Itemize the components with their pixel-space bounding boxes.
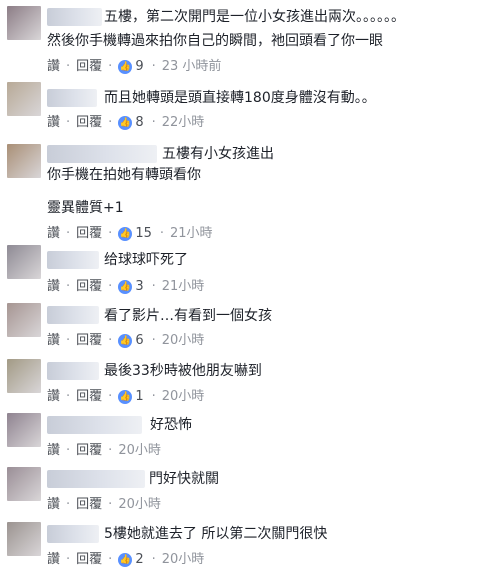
thumbs-up-icon: 👍 <box>118 552 133 567</box>
comment-text: 靈異體質+1 <box>47 200 124 216</box>
comment-text: 最後33秒時被他朋友嚇到 <box>104 363 262 379</box>
like-button[interactable]: 讚 <box>47 551 60 568</box>
avatar[interactable] <box>7 413 41 447</box>
avatar[interactable] <box>7 359 41 393</box>
comment-actions: 讚 · 回覆 · 👍 3 · 21小時 <box>47 278 205 295</box>
comment-actions: 讚 · 回覆 · 👍 9 · 23 小時前 <box>47 58 222 75</box>
comment-actions: 讚 · 回覆 · 👍 1 · 20小時 <box>47 388 205 405</box>
comment-text: 好恐怖 <box>150 417 192 433</box>
timestamp[interactable]: 21小時 <box>162 278 205 295</box>
like-button[interactable]: 讚 <box>47 442 60 459</box>
comment-text: 五樓，第二次開門是一位小女孩進出兩次。。。。。。 <box>104 9 405 25</box>
timestamp[interactable]: 20小時 <box>118 442 161 459</box>
comment-actions: 讚 · 回覆 · 👍 8 · 22小時 <box>47 114 205 131</box>
avatar[interactable] <box>7 522 41 556</box>
thumbs-up-icon: 👍 <box>118 115 133 130</box>
comment-actions: 讚 · 回覆 · 👍 6 · 20小時 <box>47 332 205 349</box>
comment-actions: 讚 · 回覆 · 20小時 <box>47 496 161 513</box>
timestamp[interactable]: 22小時 <box>162 114 205 131</box>
comment-actions: 讚 · 回覆 · 20小時 <box>47 442 161 459</box>
commenter-name-redacted[interactable] <box>47 525 99 543</box>
timestamp[interactable]: 20小時 <box>162 332 205 349</box>
like-button[interactable]: 讚 <box>47 496 60 513</box>
like-count[interactable]: 15 <box>135 225 152 242</box>
commenter-name-redacted[interactable] <box>47 89 97 107</box>
commenter-name-redacted[interactable] <box>47 362 99 380</box>
avatar[interactable] <box>7 144 41 178</box>
comment-text: 五樓有小女孩進出 <box>162 146 274 162</box>
reply-button[interactable]: 回覆 <box>76 225 102 242</box>
commenter-name-redacted[interactable] <box>47 470 145 488</box>
comment-text: 看了影片…有看到一個女孩 <box>104 308 272 324</box>
like-count[interactable]: 3 <box>135 278 143 295</box>
comment-text: 門好快就關 <box>149 471 219 487</box>
commenter-name-redacted[interactable] <box>47 416 142 434</box>
reply-button[interactable]: 回覆 <box>76 278 102 295</box>
avatar[interactable] <box>7 303 41 337</box>
commenter-name-redacted[interactable] <box>47 8 102 26</box>
thumbs-up-icon: 👍 <box>118 279 133 294</box>
thumbs-up-icon: 👍 <box>118 333 133 348</box>
avatar[interactable] <box>7 6 41 40</box>
like-button[interactable]: 讚 <box>47 114 60 131</box>
comment-text: 你手機在拍她有轉頭看你 <box>47 167 201 183</box>
comment-text: 而且她轉頭是頭直接轉180度身體沒有動。。 <box>104 90 376 106</box>
timestamp[interactable]: 20小時 <box>162 388 205 405</box>
like-count[interactable]: 9 <box>135 58 143 75</box>
comment-text: 给球球吓死了 <box>104 252 188 268</box>
timestamp[interactable]: 23 小時前 <box>162 58 222 75</box>
reply-button[interactable]: 回覆 <box>76 442 102 459</box>
like-button[interactable]: 讚 <box>47 225 60 242</box>
reply-button[interactable]: 回覆 <box>76 332 102 349</box>
commenter-name-redacted[interactable] <box>47 251 99 269</box>
thumbs-up-icon: 👍 <box>118 59 133 74</box>
avatar[interactable] <box>7 467 41 501</box>
comment-text: 然後你手機轉過來拍你自己的瞬間，祂回頭看了你一眼 <box>47 33 383 49</box>
timestamp[interactable]: 21小時 <box>170 225 213 242</box>
like-count[interactable]: 1 <box>135 388 143 405</box>
avatar[interactable] <box>7 82 41 116</box>
like-button[interactable]: 讚 <box>47 278 60 295</box>
like-button[interactable]: 讚 <box>47 388 60 405</box>
reply-button[interactable]: 回覆 <box>76 496 102 513</box>
like-button[interactable]: 讚 <box>47 332 60 349</box>
comment-actions: 讚 · 回覆 · 👍 2 · 20小時 <box>47 551 205 568</box>
like-count[interactable]: 2 <box>135 551 143 568</box>
like-count[interactable]: 6 <box>135 332 143 349</box>
like-button[interactable]: 讚 <box>47 58 60 75</box>
reply-button[interactable]: 回覆 <box>76 114 102 131</box>
like-count[interactable]: 8 <box>135 114 143 131</box>
thumbs-up-icon: 👍 <box>118 389 133 404</box>
thumbs-up-icon: 👍 <box>118 226 133 241</box>
avatar[interactable] <box>7 245 41 279</box>
comment-text: 5樓她就進去了 所以第二次關門很快 <box>104 526 328 542</box>
timestamp[interactable]: 20小時 <box>118 496 161 513</box>
reply-button[interactable]: 回覆 <box>76 58 102 75</box>
timestamp[interactable]: 20小時 <box>162 551 205 568</box>
commenter-name-redacted[interactable] <box>47 145 157 163</box>
commenter-name-redacted[interactable] <box>47 306 99 324</box>
reply-button[interactable]: 回覆 <box>76 388 102 405</box>
reply-button[interactable]: 回覆 <box>76 551 102 568</box>
comment-actions: 讚 · 回覆 · 👍 15 · 21小時 <box>47 225 213 242</box>
